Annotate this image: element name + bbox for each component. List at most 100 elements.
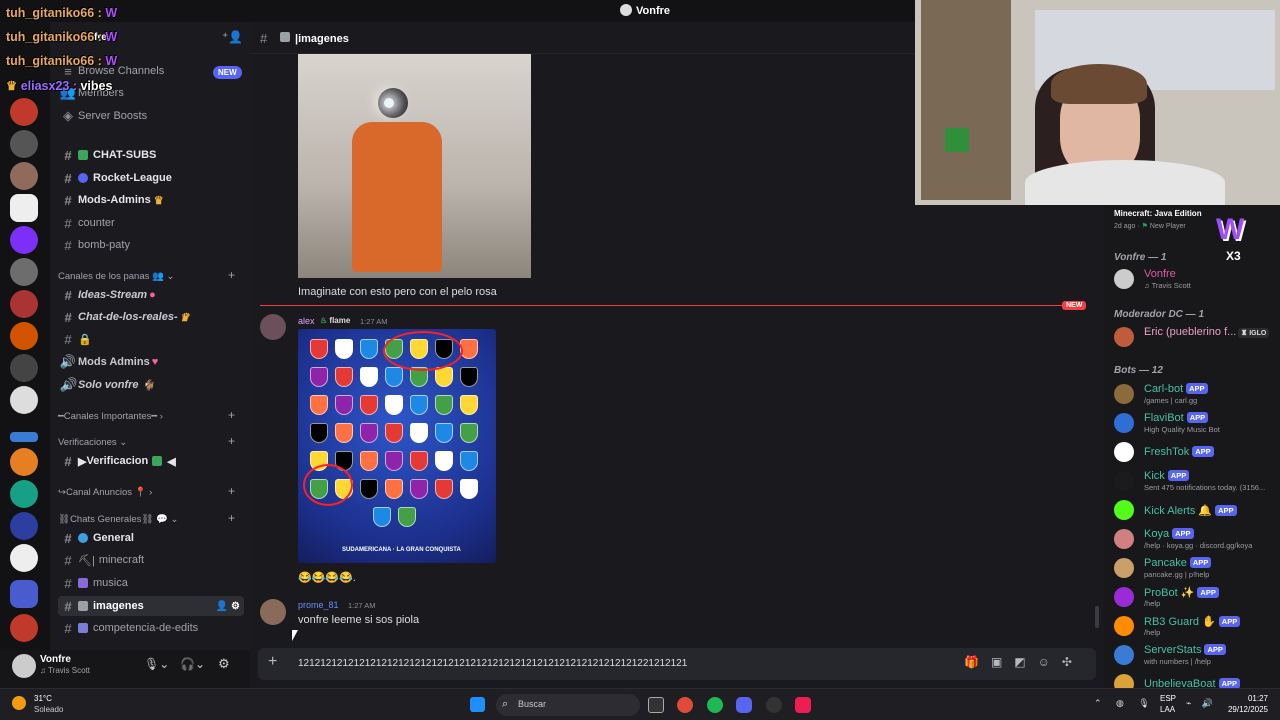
message-input[interactable]: 1212121212121212121212121212121212121212…	[298, 658, 687, 669]
add-attachment-icon[interactable]: +	[268, 653, 277, 671]
channel-competencia[interactable]: # competencia-de-edits	[58, 618, 244, 638]
server-icon[interactable]	[10, 322, 38, 350]
category-anuncios[interactable]: ↪Canal Anuncios 📍 ›	[58, 487, 152, 498]
category-panas[interactable]: Canales de los panas 👥 ⌄	[58, 271, 174, 282]
add-channel-icon[interactable]: +	[228, 408, 235, 422]
server-icon[interactable]	[10, 290, 38, 318]
channel-ideas-stream[interactable]: # Ideas-Stream ●	[58, 285, 244, 305]
server-icon[interactable]	[10, 512, 38, 540]
message-author[interactable]: prome_81	[298, 600, 339, 610]
windows-start-icon[interactable]	[470, 697, 485, 712]
clock-date[interactable]: 29/12/2025	[1222, 705, 1268, 714]
lang-code[interactable]: ESP	[1160, 694, 1176, 703]
message-composer[interactable]: + 12121212121212121212121212121212121212…	[258, 648, 1096, 680]
avatar[interactable]	[12, 654, 36, 678]
channel-musica[interactable]: # musica	[58, 573, 244, 593]
server-icon[interactable]	[10, 98, 38, 126]
server-icon[interactable]	[10, 544, 38, 572]
category-verificaciones[interactable]: Verificaciones ⌄	[58, 437, 127, 448]
bot-member-item[interactable]: Carl-bot APP/games | carl.gg	[1114, 381, 1280, 407]
add-channel-icon[interactable]: +	[228, 484, 235, 498]
tiktok-icon[interactable]	[795, 697, 811, 713]
globe-icon	[78, 533, 88, 543]
weather-icon[interactable]	[12, 696, 26, 710]
member-status: Sent 475 notifications today. (3156...	[1144, 483, 1266, 492]
bot-member-item[interactable]: ProBot ✨ APP/help	[1114, 584, 1280, 610]
apps-icon[interactable]: ✣	[1062, 655, 1084, 669]
bot-member-item[interactable]: FlaviBot APP High Quality Music Bot	[1114, 410, 1280, 436]
avatar[interactable]	[260, 314, 286, 340]
server-icon[interactable]	[10, 386, 38, 414]
headphones-icon[interactable]: 🎧⌄	[180, 657, 205, 671]
server-icon[interactable]	[10, 194, 38, 222]
scrollbar[interactable]	[1095, 606, 1099, 628]
gift-icon[interactable]: 🎁	[964, 655, 991, 669]
server-icon[interactable]	[10, 258, 38, 286]
server-icon[interactable]	[10, 354, 38, 382]
add-channel-icon[interactable]: +	[228, 511, 235, 525]
spotify-icon[interactable]	[707, 697, 723, 713]
server-folder-icon[interactable]	[10, 580, 38, 608]
channel-imagenes[interactable]: # imagenes 👤 ⚙	[58, 596, 244, 616]
channel-general[interactable]: # General	[58, 528, 244, 548]
lang-layout[interactable]: LAA	[1160, 705, 1175, 714]
server-icon[interactable]	[10, 162, 38, 190]
task-view-icon[interactable]	[648, 697, 664, 713]
server-icon[interactable]	[10, 448, 38, 476]
voice-mods-admins[interactable]: 🔊 Mods Admins ♥	[58, 352, 244, 372]
channel-verificacion[interactable]: # ▶ Verificacion ◀	[58, 451, 244, 471]
invite-settings-icon[interactable]: 👤 ⚙	[216, 601, 240, 612]
server-folder-icon[interactable]	[10, 432, 38, 442]
bot-member-item[interactable]: Kick Alerts 🔔 APP	[1114, 497, 1280, 523]
avatar[interactable]	[260, 599, 286, 625]
hash-icon: #	[64, 215, 72, 231]
brain-icon: ●	[149, 289, 156, 301]
creeper-plush	[945, 128, 969, 152]
server-icon[interactable]	[10, 130, 38, 158]
bot-member-item[interactable]: Kick APP Sent 475 notifications today. (31…	[1114, 468, 1280, 494]
network-volume-icons[interactable]: ⌁ 🔊	[1186, 698, 1217, 709]
server-boosts-item[interactable]: ◈ Server Boosts	[58, 106, 244, 126]
server-icon[interactable]	[10, 614, 38, 642]
chrome-icon[interactable]	[677, 697, 693, 713]
tray-icons[interactable]: ⌃ ◍ 🎙	[1094, 698, 1156, 709]
channel-mods-admins[interactable]: # Mods-Admins ♛	[58, 190, 244, 210]
channel-minecraft[interactable]: # ⛏| minecraft	[58, 550, 244, 570]
taskbar-search[interactable]: ⌕ Buscar	[496, 694, 640, 716]
channel-chat-reales[interactable]: # Chat-de-los-reales- ♛	[58, 307, 244, 327]
bot-member-item[interactable]: Koya APP/help · koya.gg · discord.gg/koya	[1114, 526, 1280, 552]
club-crest	[360, 423, 378, 443]
channel-chat-subs[interactable]: # CHAT-SUBS	[58, 145, 244, 165]
gif-icon[interactable]: ▣	[991, 655, 1014, 669]
bot-member-item[interactable]: Pancake APP pancake.gg | p!help	[1114, 555, 1280, 581]
discord-icon[interactable]	[736, 697, 752, 713]
sticker-icon[interactable]: ◩	[1014, 655, 1037, 669]
voice-solo-vonfre[interactable]: 🔊 Solo vonfre 🐐	[58, 375, 244, 395]
channel-lock[interactable]: # 🔒	[58, 329, 244, 349]
emoji-icon[interactable]: ☺	[1038, 655, 1062, 669]
mic-icon[interactable]: 🎙⌄	[144, 657, 169, 671]
attachment-badges-image[interactable]: SUDAMERICANA · LA GRAN CONQUISTA	[298, 329, 496, 563]
member-item[interactable]: Vonfre ♫ Travis Scott	[1114, 266, 1280, 292]
channel-counter[interactable]: # counter	[58, 213, 244, 233]
settings-icon[interactable]: ⚙	[218, 656, 230, 672]
member-item[interactable]: Eric (pueblerino f... ♜ IGLO	[1114, 324, 1280, 350]
check-icon	[152, 456, 163, 466]
message-author[interactable]: alex	[298, 316, 315, 326]
category-importantes[interactable]: ━Canales Importantes━ ›	[58, 411, 163, 422]
add-member-icon[interactable]: ⁺👤	[222, 30, 243, 44]
server-icon[interactable]	[10, 480, 38, 508]
obs-icon[interactable]	[766, 697, 782, 713]
add-channel-icon[interactable]: +	[228, 434, 235, 448]
attachment-photo[interactable]	[298, 54, 531, 278]
clock-time[interactable]: 01:27	[1228, 694, 1268, 703]
bot-member-item[interactable]: ServerStats APP with numbers | /help	[1114, 642, 1280, 668]
bot-member-item[interactable]: RB3 Guard ✋ APP/help	[1114, 613, 1280, 639]
guild-tag: ♨ flame	[320, 316, 351, 325]
add-channel-icon[interactable]: +	[228, 268, 235, 282]
channel-bomb-paty[interactable]: # bomb-paty	[58, 235, 244, 255]
bot-member-item[interactable]: FreshTok APP	[1114, 439, 1280, 465]
channel-rocket-league[interactable]: # Rocket-League	[58, 168, 244, 188]
server-icon[interactable]	[10, 226, 38, 254]
category-generales[interactable]: ⛓Chats Generales⛓ 💬 ⌄	[58, 514, 179, 525]
